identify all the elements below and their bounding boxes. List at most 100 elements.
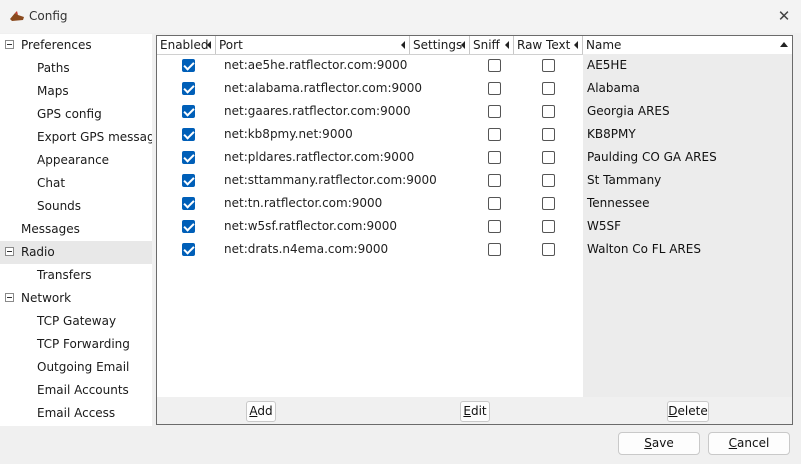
edit-button[interactable]: Edit	[460, 401, 490, 422]
config-tree[interactable]: Preferences Paths Maps GPS config Export GPS…	[0, 34, 168, 426]
column-header-label: Settings	[413, 38, 463, 52]
sniff-checkbox[interactable]	[488, 59, 501, 72]
edit-mnemonic: E	[463, 404, 471, 418]
table-row[interactable]: net:drats.n4ema.com:9000 Walton Co FL ARE…	[157, 238, 792, 261]
tree-item[interactable]: Paths	[0, 57, 152, 80]
raw-text-checkbox[interactable]	[542, 105, 555, 118]
table-row[interactable]: net:w5sf.ratflector.com:9000 W5SF	[157, 215, 792, 238]
sniff-checkbox[interactable]	[488, 105, 501, 118]
cancel-label: ancel	[737, 436, 770, 450]
tree-item-label: Email Accounts	[37, 383, 129, 397]
raw-text-checkbox[interactable]	[542, 197, 555, 210]
tree-item[interactable]: Chat	[0, 172, 152, 195]
name-cell[interactable]: Walton Co FL ARES	[583, 238, 792, 261]
table-row[interactable]: net:ae5he.ratflector.com:9000 AE5HE	[157, 54, 792, 77]
enabled-checkbox[interactable]	[182, 128, 195, 141]
sniff-checkbox[interactable]	[488, 220, 501, 233]
ports-grid: Enabled Port Settings Sniff Raw Text Nam…	[156, 35, 793, 425]
add-label: dd	[257, 404, 273, 418]
cancel-button[interactable]: Cancel	[708, 432, 790, 455]
enabled-checkbox[interactable]	[182, 243, 195, 256]
tree-item[interactable]: Export GPS messages	[0, 126, 168, 149]
sniff-checkbox[interactable]	[488, 174, 501, 187]
tree-item-label: Sounds	[37, 199, 82, 213]
raw-text-checkbox[interactable]	[542, 128, 555, 141]
tree-item[interactable]: Radio	[0, 241, 152, 264]
name-cell[interactable]: Paulding CO GA ARES	[583, 146, 792, 169]
collapse-icon[interactable]	[5, 40, 14, 49]
name-cell[interactable]: W5SF	[583, 215, 792, 238]
tree-item-label: Preferences	[21, 38, 92, 52]
name-cell[interactable]: KB8PMY	[583, 123, 792, 146]
tree-item[interactable]: Messages	[0, 218, 152, 241]
close-button[interactable]: ✕	[774, 6, 794, 26]
tree-item[interactable]: Transfers	[0, 264, 152, 287]
raw-text-checkbox[interactable]	[542, 243, 555, 256]
enabled-checkbox[interactable]	[182, 151, 195, 164]
tree-item-label: Outgoing Email	[37, 360, 130, 374]
tree-item[interactable]: Appearance	[0, 149, 152, 172]
table-row[interactable]: net:pldares.ratflector.com:9000 Paulding …	[157, 146, 792, 169]
tree-item-label: Maps	[37, 84, 69, 98]
tree-item[interactable]: TCP Forwarding	[0, 333, 152, 356]
port-cell: net:kb8pmy.net:9000	[224, 127, 353, 141]
enabled-checkbox[interactable]	[182, 174, 195, 187]
tree-item-label: Export GPS messages	[37, 130, 169, 144]
tree-item[interactable]: Sounds	[0, 195, 152, 218]
collapse-icon[interactable]	[5, 247, 14, 256]
column-header-raw-text[interactable]: Raw Text	[514, 36, 583, 54]
name-cell[interactable]: Georgia ARES	[583, 100, 792, 123]
table-row[interactable]: net:tn.ratflector.com:9000 Tennessee	[157, 192, 792, 215]
enabled-checkbox[interactable]	[182, 82, 195, 95]
collapse-icon[interactable]	[5, 293, 14, 302]
tree-item[interactable]: Email Accounts	[0, 379, 152, 402]
tree-item[interactable]: TCP Gateway	[0, 310, 152, 333]
edit-label: dit	[470, 404, 487, 418]
tree-item-label: Chat	[37, 176, 66, 190]
enabled-checkbox[interactable]	[182, 105, 195, 118]
table-row[interactable]: net:kb8pmy.net:9000 KB8PMY	[157, 123, 792, 146]
tree-item[interactable]: Preferences	[0, 34, 152, 57]
tree-item[interactable]: Maps	[0, 80, 152, 103]
save-button[interactable]: Save	[618, 432, 700, 455]
name-cell[interactable]: Tennessee	[583, 192, 792, 215]
tree-item-label: Messages	[21, 222, 80, 236]
name-cell[interactable]: AE5HE	[583, 54, 792, 77]
tree-item-label: Radio	[21, 245, 55, 259]
title-bar: Config ✕	[0, 0, 801, 33]
tree-item[interactable]: Outgoing Email	[0, 356, 152, 379]
column-header-port[interactable]: Port	[216, 36, 410, 54]
sniff-checkbox[interactable]	[488, 128, 501, 141]
tree-item[interactable]: Network	[0, 287, 152, 310]
delete-button[interactable]: Delete	[667, 401, 709, 422]
enabled-checkbox[interactable]	[182, 197, 195, 210]
raw-text-checkbox[interactable]	[542, 151, 555, 164]
sniff-checkbox[interactable]	[488, 151, 501, 164]
enabled-checkbox[interactable]	[182, 220, 195, 233]
tree-item-label: Email Access	[37, 406, 116, 420]
add-button[interactable]: Add	[246, 401, 276, 422]
table-row[interactable]: net:alabama.ratflector.com:9000 Alabama	[157, 77, 792, 100]
save-mnemonic: S	[644, 436, 652, 450]
table-row[interactable]: net:sttammany.ratflector.com:9000 St Tamm…	[157, 169, 792, 192]
raw-text-checkbox[interactable]	[542, 174, 555, 187]
column-header-settings[interactable]: Settings	[410, 36, 470, 54]
enabled-checkbox[interactable]	[182, 59, 195, 72]
sniff-checkbox[interactable]	[488, 243, 501, 256]
sort-left-icon	[461, 41, 465, 49]
sniff-checkbox[interactable]	[488, 197, 501, 210]
raw-text-checkbox[interactable]	[542, 82, 555, 95]
name-cell[interactable]: Alabama	[583, 77, 792, 100]
name-cell[interactable]: St Tammany	[583, 169, 792, 192]
tree-item[interactable]: GPS config	[0, 103, 152, 126]
table-row[interactable]: net:gaares.ratflector.com:9000 Georgia AR…	[157, 100, 792, 123]
config-window: Config ✕ Preferences Paths Maps GPS config E…	[0, 0, 801, 464]
raw-text-checkbox[interactable]	[542, 220, 555, 233]
column-header-sniff[interactable]: Sniff	[470, 36, 514, 54]
raw-text-checkbox[interactable]	[542, 59, 555, 72]
tree-item[interactable]: Email Access	[0, 402, 152, 425]
sniff-checkbox[interactable]	[488, 82, 501, 95]
column-header-name[interactable]: Name	[583, 36, 792, 54]
column-header-enabled[interactable]: Enabled	[157, 36, 216, 54]
sort-left-icon	[207, 41, 211, 49]
